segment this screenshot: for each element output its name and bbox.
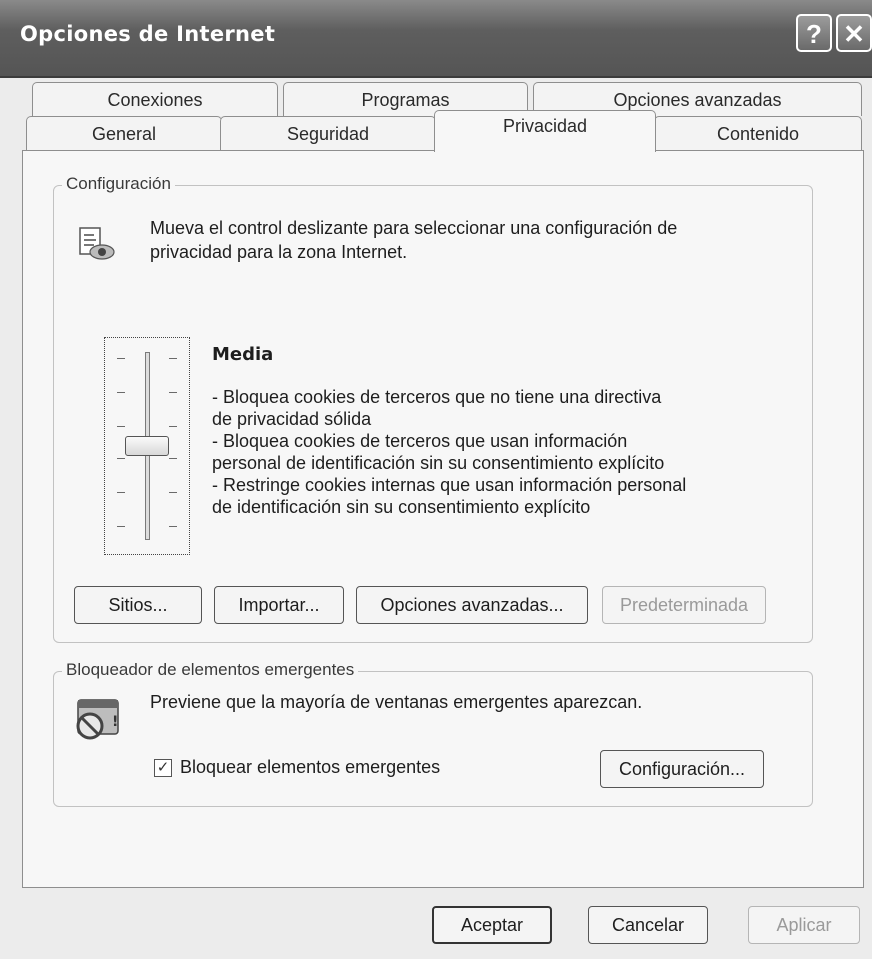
tab-seguridad[interactable]: Seguridad — [220, 116, 436, 150]
privacy-icon — [79, 227, 115, 260]
slider-tick — [169, 358, 177, 359]
ok-button[interactable]: Aceptar — [432, 906, 552, 944]
config-group: Configuración Mueva el control deslizant… — [53, 174, 813, 643]
block-popups-checkbox[interactable]: ✓ — [154, 759, 172, 777]
window-title: Opciones de Internet — [20, 22, 276, 46]
cancel-button[interactable]: Cancelar — [588, 906, 708, 944]
level-desc-line: de identificación sin su consentimiento … — [212, 497, 591, 517]
popup-config-button[interactable]: Configuración... — [600, 750, 764, 788]
slider-thumb[interactable] — [125, 436, 169, 456]
popup-blocker-text: Previene que la mayoría de ventanas emer… — [150, 692, 643, 712]
apply-button[interactable]: Aplicar — [748, 906, 860, 944]
config-intro-line1: Mueva el control deslizante para selecci… — [150, 218, 678, 238]
popup-blocker-legend: Bloqueador de elementos emergentes — [62, 660, 359, 680]
svg-text:!: ! — [112, 714, 118, 730]
level-desc-line: personal de identificación sin su consen… — [212, 453, 665, 473]
import-button[interactable]: Importar... — [214, 586, 344, 624]
level-desc-line: de privacidad sólida — [212, 409, 372, 429]
close-icon[interactable]: ✕ — [836, 14, 872, 52]
internet-options-window: Opciones de Internet ? ✕ Conexiones Prog… — [0, 0, 872, 959]
popup-blocker-icon: ! — [76, 699, 119, 740]
title-bar[interactable]: Opciones de Internet ? ✕ — [0, 0, 872, 78]
privacy-tab-panel: Configuración Mueva el control deslizant… — [22, 150, 864, 888]
block-popups-label[interactable]: Bloquear elementos emergentes — [180, 757, 440, 778]
level-desc-line: - Bloquea cookies de terceros que usan i… — [212, 431, 628, 451]
privacy-level-title: Media — [212, 344, 274, 365]
advanced-options-button[interactable]: Opciones avanzadas... — [356, 586, 588, 624]
slider-tick — [169, 426, 177, 427]
slider-tick — [117, 426, 125, 427]
tab-contenido[interactable]: Contenido — [654, 116, 862, 150]
tab-privacidad[interactable]: Privacidad — [434, 110, 656, 152]
slider-tick — [117, 492, 125, 493]
slider-tick — [169, 526, 177, 527]
sites-button[interactable]: Sitios... — [74, 586, 202, 624]
slider-tick — [117, 392, 125, 393]
slider-tick — [169, 392, 177, 393]
slider-tick — [169, 492, 177, 493]
tab-conexiones[interactable]: Conexiones — [32, 82, 278, 116]
slider-tick — [117, 358, 125, 359]
popup-blocker-group: Bloqueador de elementos emergentes ! Pre… — [53, 660, 813, 807]
slider-tick — [117, 526, 125, 527]
help-icon[interactable]: ? — [796, 14, 832, 52]
privacy-level-slider[interactable] — [104, 337, 190, 555]
level-desc-line: - Bloquea cookies de terceros que no tie… — [212, 387, 662, 407]
slider-tick — [117, 458, 125, 459]
slider-tick — [169, 458, 177, 459]
default-button[interactable]: Predeterminada — [602, 586, 766, 624]
config-intro-line2: privacidad para la zona Internet. — [150, 242, 408, 262]
level-desc-line: - Restringe cookies internas que usan in… — [212, 475, 687, 495]
config-legend: Configuración — [62, 174, 175, 194]
tab-general[interactable]: General — [26, 116, 222, 150]
